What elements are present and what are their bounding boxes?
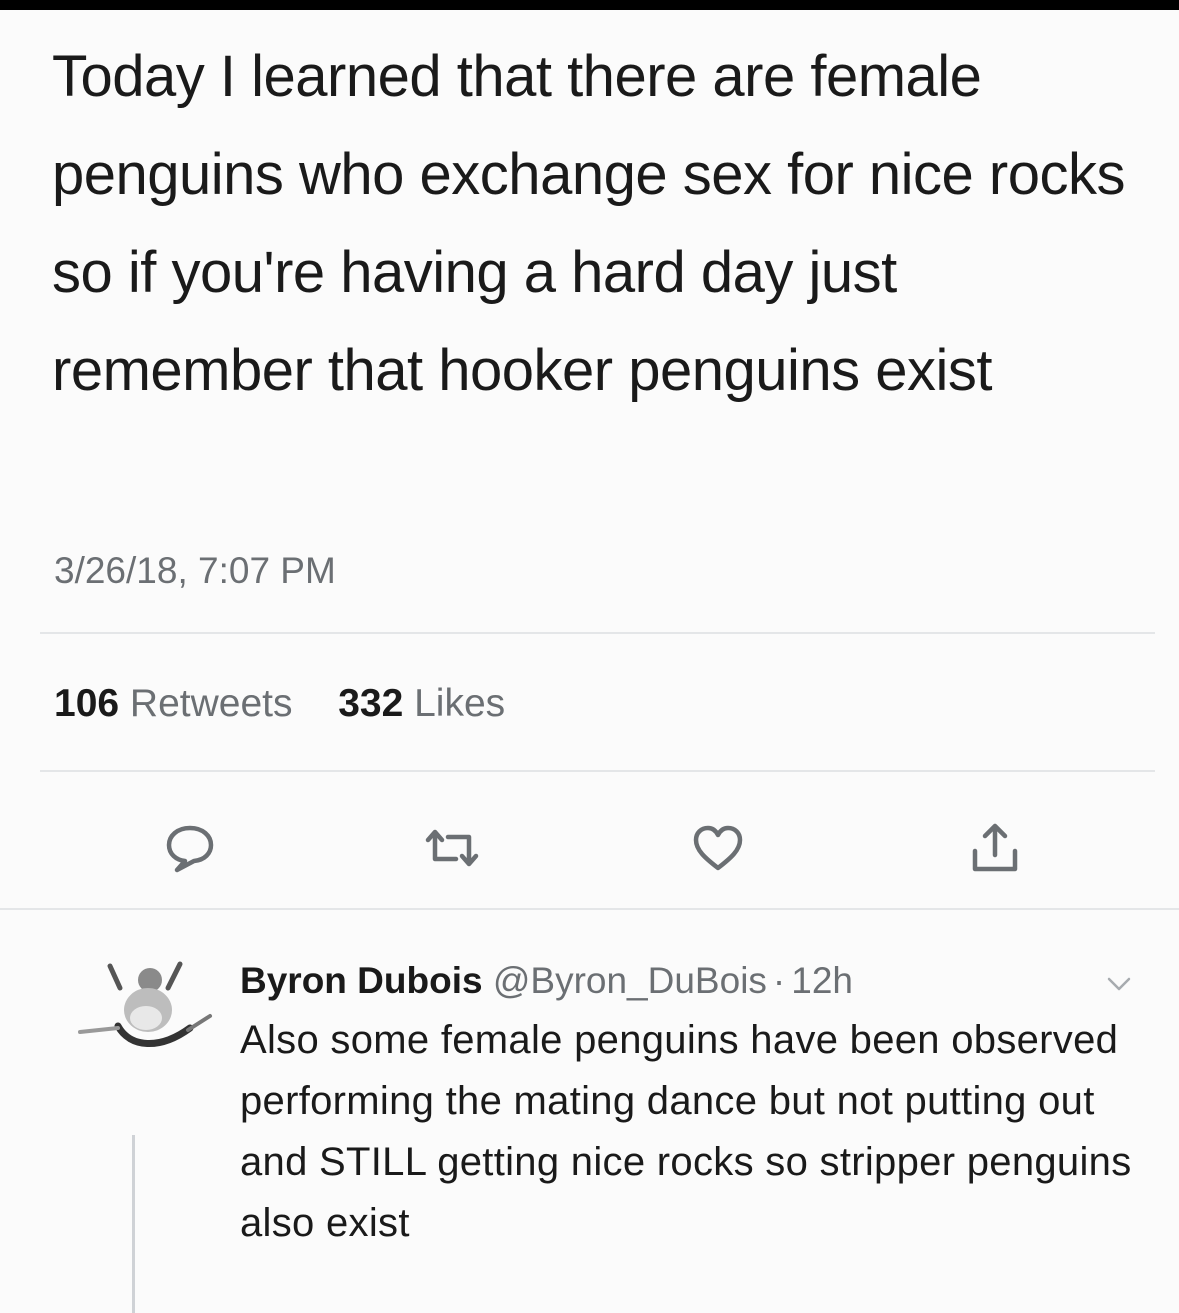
tweet-text: Today I learned that there are female pe… [52,44,1125,403]
share-icon [972,823,1018,872]
speech-bubble-icon [166,825,214,873]
likes-count: 332 [338,682,404,725]
tweet-stats: 106 Retweets 332 Likes [54,682,505,726]
reply-button[interactable] [158,818,222,878]
retweets-count: 106 [54,682,120,725]
divider [40,632,1155,634]
divider [40,770,1155,772]
likes-label: Likes [414,682,506,725]
reply-separator: · [772,960,786,1001]
thread-line [132,1135,135,1313]
reply-handle[interactable]: @Byron_DuBois [493,960,767,1001]
retweets-label: Retweets [129,682,293,725]
like-button[interactable] [686,818,750,878]
reply-display-name[interactable]: Byron Dubois [240,960,483,1001]
heart-icon [693,825,743,871]
avatar[interactable] [70,958,220,1058]
reply-text: Also some female penguins have been obse… [240,1018,1132,1245]
reply-tweet[interactable]: Byron Dubois @Byron_DuBois · 12h Also some… [0,930,1179,1313]
avatar-image [78,961,212,1047]
retweet-button[interactable] [420,818,484,878]
tweet-actions [0,818,1179,878]
tweet-screenshot: Today I learned that there are female pe… [0,10,1179,1313]
divider [0,908,1179,910]
retweet-icon [425,829,479,867]
chevron-down-icon[interactable] [1106,974,1132,994]
tweet-timestamp[interactable]: 3/26/18, 7:07 PM [54,550,336,592]
reply-time[interactable]: 12h [791,960,853,1001]
reply-header: Byron Dubois @Byron_DuBois · 12h [240,960,853,1002]
share-button[interactable] [963,818,1027,878]
likes-stat[interactable]: 332 Likes [338,682,505,725]
retweets-stat[interactable]: 106 Retweets [54,682,303,725]
